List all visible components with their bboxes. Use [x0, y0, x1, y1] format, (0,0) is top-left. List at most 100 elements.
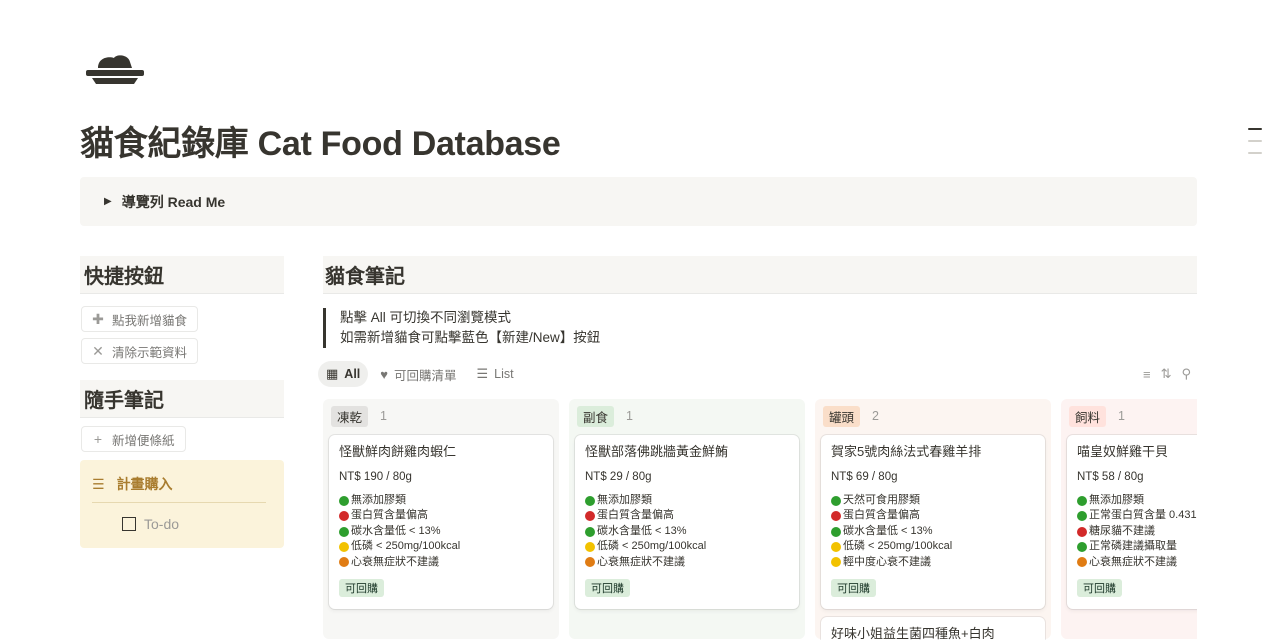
green-circle-icon	[1077, 495, 1087, 506]
feature-text: 碳水含量低 < 13%	[351, 524, 441, 537]
card-title: 怪獸部落佛跳牆黃金鮮鮪	[585, 444, 729, 459]
feature-list: 無添加膠類蛋白質含量偏高 碳水含量低 < 13% 低磷 < 250mg/100kca…	[339, 493, 543, 570]
column-count: 2	[872, 409, 879, 423]
feature-list: 天然可食用膠類 蛋白質含量偏高 碳水含量低 < 13% 低磷 < 250mg/100k…	[831, 493, 1035, 570]
quote-line: 如需新增貓食可點擊藍色【新建/New】按鈕	[340, 330, 601, 345]
sort-icon[interactable]: ⇅	[1161, 366, 1172, 382]
food-card[interactable]: 賀家5號肉絲法式春雞羊排 NT$ 69 / 80g 天然可食用膠類 蛋白質含量偏高 碳水…	[821, 435, 1045, 609]
tab-label: List	[494, 367, 514, 381]
green-circle-icon	[1077, 511, 1087, 522]
search-icon[interactable]: ⚲	[1181, 366, 1191, 382]
callout-title: 計畫購入	[116, 476, 173, 492]
column-tag: 副食	[577, 405, 615, 427]
feature-text: 心衰無症狀不建議	[597, 555, 685, 568]
card-title: 賀家5號肉絲法式春雞羊排	[831, 444, 982, 459]
sidebar: 快捷按鈕 ✚ 點我新增貓食 ✕ 清除示範資料 隨手筆記 + 新增便條紙 ☰ 計畫…	[80, 256, 284, 548]
green-circle-icon	[1077, 541, 1087, 552]
board-column: 副食 1 怪獸部落佛跳牆黃金鮮鮪 NT$ 29 / 80g 無添加膠類蛋白質含量偏高 碳水…	[569, 399, 805, 639]
column-count: 1	[380, 409, 387, 423]
quick-buttons-heading: 快捷按鈕	[80, 256, 284, 294]
food-card[interactable]: 怪獸部落佛跳牆黃金鮮鮪 NT$ 29 / 80g 無添加膠類蛋白質含量偏高 碳水含量低…	[575, 435, 799, 609]
column-tag: 罐頭	[823, 405, 861, 427]
card-title: 喵皇奴鮮雞干貝	[1077, 444, 1169, 459]
food-card[interactable]: 喵皇奴鮮雞干貝 NT$ 58 / 80g 無添加膠類 正常蛋白質含量 0.431 糖尿貓…	[1067, 435, 1197, 609]
todo-checkbox[interactable]	[122, 517, 136, 531]
feature-row: 蛋白質含量偏高	[339, 508, 543, 523]
feature-row: 碳水含量低 < 13%	[585, 524, 789, 539]
feature-text: 蛋白質含量偏高	[843, 509, 920, 522]
food-card[interactable]: 怪獸鮮肉餅雞肉蝦仁 NT$ 190 / 80g 無添加膠類 蛋白質含量偏高 碳水含量低 …	[329, 435, 553, 609]
card-title: 好味小姐益生菌四種魚+白肉	[831, 626, 995, 640]
yellow-circle-icon	[339, 541, 349, 552]
feature-list: 無添加膠類 正常蛋白質含量 0.431 糖尿貓不建議 正常磷建議攝取量 心衰無症狀不建議	[1077, 493, 1197, 570]
column-header[interactable]: 飼料 1	[1067, 405, 1197, 427]
todo-item[interactable]: To-do	[122, 516, 272, 532]
quote-line: 點擊 All 可切換不同瀏覽模式	[340, 310, 512, 325]
repurchase-badge: 可回購	[1077, 579, 1122, 598]
green-circle-icon	[339, 495, 349, 506]
cat-food-notes-heading: 貓食筆記	[323, 256, 1197, 294]
feature-text: 天然可食用膠類	[843, 494, 920, 506]
feature-text: 無添加膠類	[1089, 494, 1144, 506]
green-circle-icon	[831, 526, 841, 537]
feature-text: 心衰無症狀不建議	[1089, 555, 1177, 568]
table-of-contents-indicator[interactable]	[1248, 128, 1262, 164]
add-cat-food-button[interactable]: ✚ 點我新增貓食	[81, 306, 199, 332]
feature-row: 無添加膠類	[339, 493, 543, 508]
food-card[interactable]: 好味小姐益生菌四種魚+白肉	[821, 617, 1045, 640]
tab-all[interactable]: ▦ All	[318, 361, 369, 387]
instructions-quote: 點擊 All 可切換不同瀏覽模式 如需新增貓食可點擊藍色【新建/New】按鈕	[323, 308, 1197, 348]
red-circle-icon	[1077, 526, 1087, 537]
red-circle-icon	[339, 511, 349, 522]
list-icon: ☰	[476, 366, 489, 381]
feature-row: 心衰無症狀不建議	[585, 555, 789, 570]
main-section: 貓食筆記 點擊 All 可切換不同瀏覽模式 如需新增貓食可點擊藍色【新建/New…	[318, 256, 1197, 387]
feature-text: 碳水含量低 < 13%	[597, 524, 687, 537]
feature-text: 蛋白質含量偏高	[351, 509, 428, 522]
feature-row: 糖尿貓不建議	[1077, 524, 1197, 539]
add-note-button[interactable]: + 新增便條紙	[81, 426, 186, 452]
column-header[interactable]: 罐頭 2	[821, 405, 1045, 427]
feature-text: 無添加膠類	[597, 494, 652, 506]
readme-toggle[interactable]: ▶ 導覽列 Read Me	[80, 177, 1197, 226]
card-price: NT$ 29 / 80g	[585, 471, 652, 483]
view-bar: ▦ All ♥ 可回購清單 ☰ List ≡ ⇅ ⚲	[318, 360, 1197, 388]
column-tag: 飼料	[1069, 405, 1107, 427]
column-header[interactable]: 副食 1	[575, 405, 799, 427]
feature-text: 正常蛋白質含量 0.431	[1089, 509, 1197, 522]
board-column: 凍乾 1 怪獸鮮肉餅雞肉蝦仁 NT$ 190 / 80g 無添加膠類 蛋白質含量偏高 碳水含…	[323, 399, 559, 639]
view-tools: ≡ ⇅ ⚲	[1143, 366, 1197, 382]
tab-list[interactable]: ☰ List	[469, 361, 522, 387]
filter-icon[interactable]: ≡	[1143, 367, 1151, 382]
feature-row: 低磷 < 250mg/100kcal	[339, 539, 543, 554]
column-header[interactable]: 凍乾 1	[329, 405, 553, 427]
feature-row: 正常蛋白質含量 0.431	[1077, 508, 1197, 523]
green-circle-icon	[585, 526, 595, 537]
toggle-triangle-icon[interactable]: ▶	[104, 196, 112, 207]
tab-label: All	[344, 367, 361, 381]
card-price: NT$ 69 / 80g	[831, 471, 898, 483]
feature-row: 無添加膠類	[1077, 493, 1197, 508]
column-count: 1	[626, 409, 633, 423]
orange-circle-icon	[585, 557, 595, 568]
kanban-board: 凍乾 1 怪獸鮮肉餅雞肉蝦仁 NT$ 190 / 80g 無添加膠類 蛋白質含量偏高 碳水含…	[323, 399, 1197, 640]
cat-food-bowl-icon	[86, 55, 144, 84]
add-cat-food-label: 點我新增貓食	[112, 313, 188, 328]
heart-icon: ♥	[380, 366, 388, 382]
todo-label[interactable]: To-do	[144, 516, 179, 532]
feature-row: 心衰無症狀不建議	[339, 555, 543, 570]
plan-to-buy-callout: ☰ 計畫購入 To-do	[80, 460, 284, 548]
green-circle-icon	[585, 495, 595, 506]
repurchase-badge: 可回購	[831, 579, 876, 598]
feature-row: 蛋白質含量偏高	[585, 508, 789, 523]
grid-icon: ▦	[326, 366, 339, 381]
toggle-label: 導覽列 Read Me	[121, 193, 226, 210]
tab-repurchase-list[interactable]: ♥ 可回購清單	[372, 361, 464, 387]
feature-text: 低磷 < 250mg/100kcal	[597, 540, 707, 553]
card-title: 怪獸鮮肉餅雞肉蝦仁	[339, 444, 457, 459]
yellow-circle-icon	[831, 541, 841, 552]
feature-row: 低磷 < 250mg/100kcal	[585, 539, 789, 554]
yellow-circle-icon	[831, 557, 841, 568]
feature-text: 無添加膠類	[351, 494, 406, 506]
clear-demo-data-button[interactable]: ✕ 清除示範資料	[81, 338, 199, 364]
